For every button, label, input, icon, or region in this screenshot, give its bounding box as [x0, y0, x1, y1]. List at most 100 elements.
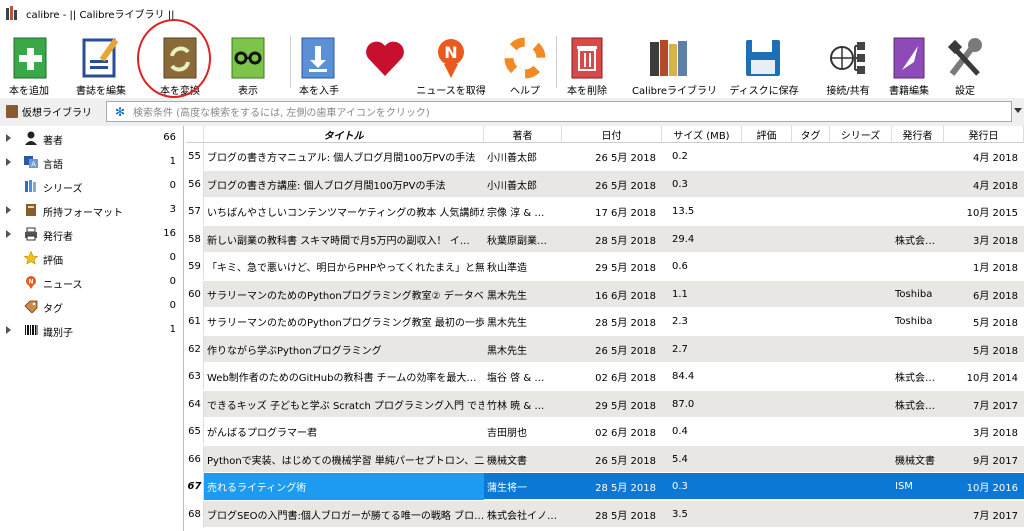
gear-icon[interactable]: ✻	[115, 105, 125, 119]
add-books-button[interactable]: 本を追加	[4, 32, 54, 97]
header-title[interactable]: タイトル	[204, 126, 484, 143]
sidebar-item-authors[interactable]: 著者 66	[0, 126, 184, 150]
virtual-library-icon	[6, 105, 18, 118]
cell-size: 0.3	[672, 481, 688, 492]
sidebar-item-formats[interactable]: 所持フォーマット 3	[0, 198, 184, 222]
expand-arrow-icon[interactable]	[6, 326, 11, 334]
cell-author: 宗像 淳 & …	[487, 208, 545, 219]
cell-publisher	[892, 171, 944, 198]
cell-pubdate: 10月 2016	[966, 483, 1018, 494]
news-icon: N	[26, 276, 36, 289]
cell-n: 61	[186, 308, 204, 335]
cell-pubdate: 10月 2014	[966, 373, 1018, 384]
donate-heart-button[interactable]	[360, 32, 410, 96]
expand-arrow-icon[interactable]	[6, 206, 11, 214]
cell-n: 56	[186, 170, 204, 198]
cell-publisher	[892, 253, 944, 280]
table-row[interactable]: 66 Pythonで実装、はじめての機械学習 単純パーセプトロン、二… 機械文書 26…	[186, 445, 1024, 473]
table-row[interactable]: 68 ブログSEOの入門書:個人ブロガーが勝てる唯一の戦略 ブロ… 株式会社イノ… 2…	[186, 500, 1024, 528]
sidebar-item-identifiers[interactable]: 識別子 1	[0, 318, 184, 342]
cell-size: 13.5	[672, 206, 695, 217]
cell-publisher	[892, 418, 944, 445]
connect-share-button[interactable]: 接続/共有	[818, 32, 878, 97]
cell-publisher	[892, 198, 944, 225]
table-row[interactable]: 59 「キミ、急で悪いけど、明日からPHPやってくれたまえ」と無茶… 秋山準造 29 …	[186, 253, 1024, 280]
cell-pubdate: 4月 2018	[973, 153, 1018, 164]
network-globe-icon	[830, 42, 865, 74]
table-row[interactable]: 58 新しい副業の教科書 スキマ時間で月5万円の副収入！ イ… 秋葉原副業… 28 5…	[186, 225, 1024, 253]
cell-author: 黒木先生	[487, 290, 527, 302]
cell-date: 16 6月 2018	[595, 290, 656, 302]
cell-n: 59	[186, 253, 204, 280]
cell-author: 蒲生将一	[487, 483, 527, 494]
fetch-news-button[interactable]: N ニュースを取得	[416, 32, 486, 97]
sidebar-item-rating[interactable]: 評価 0	[0, 246, 184, 270]
table-row[interactable]: 65 がんばるプログラマー君 吉田朋也 02 6月 2018 0.4 3月 2018	[186, 418, 1024, 445]
cell-size: 0.3	[672, 178, 688, 190]
barcode-icon	[25, 325, 38, 335]
expand-arrow-icon[interactable]	[6, 158, 11, 166]
sidebar-item-news[interactable]: N ニュース 0	[0, 270, 184, 294]
cell-pubdate: 3月 2018	[973, 428, 1018, 439]
search-input[interactable]: ✻ 検索条件 (高度な検索をするには, 左側の歯車アイコンをクリック)	[106, 101, 1012, 122]
toolbar-separator	[290, 36, 291, 88]
table-row[interactable]: 55 ブログの書き方マニュアル: 個人ブログ月間100万PVの手法 小川善太郎 26 …	[186, 143, 1024, 170]
cell-title: ブログの書き方講座: 個人ブログ月間100万PVの手法	[207, 180, 446, 192]
help-button[interactable]: ヘルプ	[500, 32, 550, 97]
cell-n: 55	[186, 143, 204, 170]
virtual-library-button[interactable]: 仮想ライブラリ	[6, 104, 92, 119]
edit-book-button[interactable]: 書籍編集	[882, 32, 936, 97]
cell-title: いちばんやさしいコンテンツマーケティングの教本 人気講師が…	[207, 208, 484, 219]
sidebar-item-tags[interactable]: タグ 0	[0, 294, 184, 318]
table-row[interactable]: 64 できるキッズ 子どもと学ぶ Scratch プログラミング入門 でき… 竹林 …	[186, 390, 1024, 418]
header-pubdate[interactable]: 発行日	[944, 126, 1024, 143]
cell-n: 58	[186, 225, 204, 253]
person-icon	[25, 131, 37, 145]
cell-pubdate: 7月 2017	[973, 400, 1018, 412]
floppy-disk-icon	[746, 40, 780, 76]
header-series[interactable]: シリーズ	[830, 126, 892, 143]
expand-arrow-icon[interactable]	[6, 134, 11, 142]
preferences-button[interactable]: 設定	[940, 32, 990, 97]
header-rating[interactable]: 評価	[742, 126, 792, 143]
cell-title: 作りながら学ぶPythonプログラミング	[207, 345, 382, 357]
tools-wrench-icon	[947, 38, 982, 76]
table-row[interactable]: 60 サラリーマンのためのPythonプログラミング教室② データベー… 黒木先生 1…	[186, 280, 1024, 308]
view-button[interactable]: 表示	[228, 32, 268, 97]
table-row[interactable]: 63 Web制作者のためのGitHubの教科書 チームの効率を最大… 塩谷 啓 & …	[186, 363, 1024, 390]
header-author[interactable]: 著者	[484, 126, 562, 143]
cell-pubdate: 5月 2018	[973, 345, 1018, 357]
cell-title: ブログSEOの入門書:個人ブロガーが勝てる唯一の戦略 ブロ…	[207, 510, 484, 522]
edit-metadata-button[interactable]: 書誌を編集	[70, 32, 132, 97]
table-row[interactable]: 62 作りながら学ぶPythonプログラミング 黒木先生 26 5月 2018 2.7 5…	[186, 335, 1024, 363]
get-books-button[interactable]: 本を入手	[294, 32, 344, 97]
book-list: タイトル 著者 日付 サイズ (MB) 評価 タグ シリーズ 発行者 発行日 5…	[186, 126, 1024, 531]
calibre-library-button[interactable]: Calibreライブラリ	[632, 32, 717, 97]
header-size[interactable]: サイズ (MB)	[662, 126, 742, 143]
cell-pubdate: 3月 2018	[973, 235, 1018, 247]
cell-size: 5.4	[672, 453, 688, 465]
header-tags[interactable]: タグ	[792, 126, 830, 143]
cell-date: 26 5月 2018	[595, 455, 656, 467]
sidebar-item-languages[interactable]: A 言語 1	[0, 150, 184, 174]
sidebar-item-series[interactable]: シリーズ 0	[0, 174, 184, 198]
cell-size: 87.0	[672, 398, 695, 410]
cell-title: Pythonで実装、はじめての機械学習 単純パーセプトロン、二…	[207, 455, 484, 467]
sidebar-item-publishers[interactable]: 発行者 16	[0, 222, 184, 246]
save-to-disk-button[interactable]: ディスクに保存	[726, 32, 802, 97]
cell-date: 28 5月 2018	[595, 235, 656, 247]
table-row[interactable]: 57 いちばんやさしいコンテンツマーケティングの教本 人気講師が… 宗像 淳 & ……	[186, 198, 1024, 225]
cell-n: 65	[186, 418, 204, 445]
header-publisher[interactable]: 発行者	[892, 126, 944, 143]
edit-book-quill-icon	[893, 37, 925, 79]
expand-arrow-icon[interactable]	[6, 230, 11, 238]
table-row[interactable]: 56 ブログの書き方講座: 個人ブログ月間100万PVの手法 小川善太郎 26 5月 …	[186, 170, 1024, 198]
table-row[interactable]: 67 売れるライティング術 蒲生将一 28 5月 2018 0.3 ISM 10月 2016	[186, 473, 1024, 500]
remove-books-button[interactable]: 本を削除	[562, 32, 612, 97]
search-history-dropdown[interactable]	[1014, 108, 1022, 113]
header-date[interactable]: 日付	[562, 126, 662, 143]
cell-title: Web制作者のためのGitHubの教科書 チームの効率を最大…	[207, 373, 477, 384]
cell-date: 28 5月 2018	[595, 318, 656, 329]
cell-size: 2.3	[672, 316, 688, 327]
table-row[interactable]: 61 サラリーマンのためのPythonプログラミング教室 最初の一歩編 黒木先生 28…	[186, 308, 1024, 335]
